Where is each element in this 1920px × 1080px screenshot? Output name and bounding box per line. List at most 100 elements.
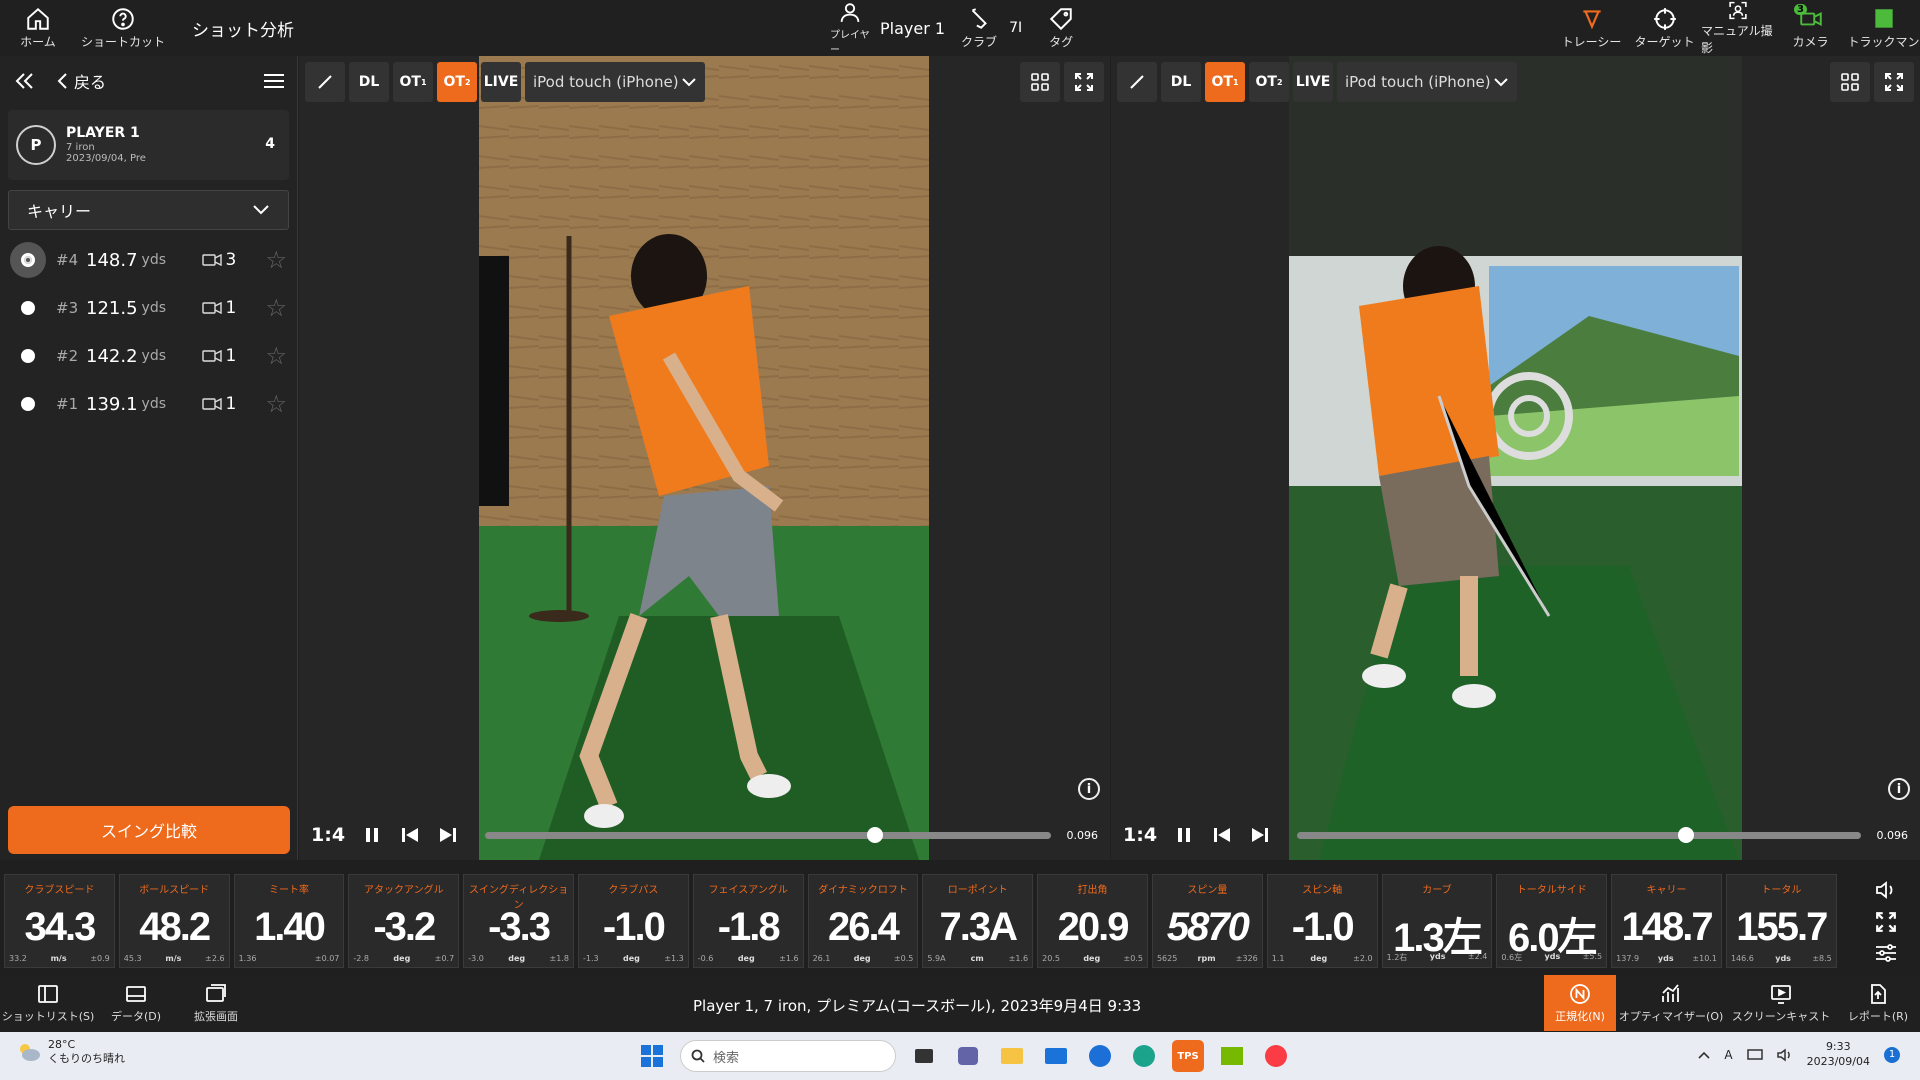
collapse-double-chevron-icon[interactable] — [12, 71, 38, 91]
metric-card[interactable]: スピン軸 -1.0 1.1 deg ±2.0 — [1266, 874, 1378, 968]
trackman-button[interactable]: トラックマン — [1847, 0, 1920, 56]
fullscreen-button[interactable] — [1874, 62, 1914, 102]
skip-back-icon[interactable] — [399, 824, 421, 846]
timeline-scrubber[interactable] — [485, 826, 1051, 843]
target-button[interactable]: ターゲット — [1628, 0, 1701, 56]
volume-icon[interactable] — [1874, 879, 1898, 901]
tag-button[interactable]: タグ — [1036, 0, 1086, 56]
settings-sliders-icon[interactable] — [1874, 943, 1898, 963]
metric-card[interactable]: アタックアングル -3.2 -2.8 deg ±0.7 — [348, 874, 460, 968]
network-icon[interactable] — [1746, 1048, 1763, 1062]
mail-icon[interactable] — [1040, 1040, 1072, 1072]
swing-video-left[interactable] — [479, 56, 929, 860]
shortcut-button[interactable]: ショートカット — [78, 0, 168, 56]
device-selector[interactable]: iPod touch (iPhone) — [1337, 62, 1517, 102]
task-view-icon[interactable] — [908, 1040, 940, 1072]
grid-view-button[interactable] — [1020, 62, 1060, 102]
normalize-button[interactable]: 正規化(N) — [1544, 975, 1616, 1031]
skip-back-icon[interactable] — [1211, 824, 1233, 846]
teams-chat-icon[interactable] — [952, 1040, 984, 1072]
pause-icon[interactable] — [1173, 824, 1195, 846]
metric-card[interactable]: クラブパス -1.0 -1.3 deg ±1.3 — [577, 874, 689, 968]
timeline-thumb[interactable] — [867, 826, 884, 843]
expand-icon[interactable] — [1875, 911, 1897, 933]
metric-card[interactable]: ローポイント 7.3A 5.9A cm ±1.6 — [922, 874, 1034, 968]
shot-list-item[interactable]: #4 148.7 yds 3 ☆ — [0, 236, 297, 284]
speaker-icon[interactable] — [1776, 1048, 1793, 1062]
extended-screen-button[interactable]: 拡張画面 — [176, 975, 256, 1031]
report-button[interactable]: レポート(R) — [1836, 975, 1920, 1031]
shot-list-button[interactable]: ショットリスト(S) — [0, 975, 96, 1031]
player-selector[interactable]: プレイヤー Player 1 — [830, 0, 945, 56]
camera-tab-3[interactable]: LIVE — [481, 62, 521, 102]
metric-card[interactable]: トータル 155.7 146.6 yds ±8.5 — [1725, 874, 1837, 968]
data-button[interactable]: データ(D) — [96, 975, 176, 1031]
swing-compare-button[interactable]: スイング比較 — [8, 806, 290, 854]
screencast-button[interactable]: スクリーンキャスト — [1726, 975, 1836, 1031]
timeline-scrubber[interactable] — [1297, 826, 1861, 843]
start-button[interactable] — [636, 1040, 668, 1072]
menu-icon[interactable] — [263, 73, 285, 89]
metric-card[interactable]: ボールスピード 48.2 45.3 m/s ±2.6 — [118, 874, 230, 968]
shot-radio[interactable] — [10, 290, 46, 326]
music-app-icon[interactable] — [1260, 1040, 1292, 1072]
metric-card[interactable]: キャリー 148.7 137.9 yds ±10.1 — [1611, 874, 1722, 968]
metric-dropdown[interactable]: キャリー — [8, 190, 289, 230]
metric-card[interactable]: ダイナミックロフト 26.4 26.1 deg ±0.5 — [807, 874, 919, 968]
home-button[interactable]: ホーム — [8, 0, 68, 56]
metric-card[interactable]: カーブ 1.3左 1.2右 yds ±2.4 — [1381, 874, 1493, 968]
camera-tab-1[interactable]: OT 1 — [1205, 62, 1245, 102]
draw-tool-button[interactable] — [1117, 62, 1157, 102]
metric-card[interactable]: スイングディレクション -3.3 -3.0 deg ±1.8 — [463, 874, 574, 968]
star-icon[interactable]: ☆ — [265, 390, 287, 418]
shot-list-item[interactable]: #3 121.5 yds 1 ☆ — [0, 284, 297, 332]
playback-speed[interactable]: 1:4 — [311, 824, 345, 846]
star-icon[interactable]: ☆ — [265, 342, 287, 370]
shot-radio[interactable] — [10, 338, 46, 374]
camera-tab-1[interactable]: OT 1 — [393, 62, 433, 102]
metric-card[interactable]: スピン量 5870 5625 rpm ±326 — [1151, 874, 1263, 968]
camera-tab-3[interactable]: LIVE — [1293, 62, 1333, 102]
taskbar-clock[interactable]: 9:33 2023/09/04 — [1807, 1040, 1870, 1070]
device-selector[interactable]: iPod touch (iPhone) — [525, 62, 705, 102]
playback-speed[interactable]: 1:4 — [1123, 824, 1157, 846]
star-icon[interactable]: ☆ — [265, 246, 287, 274]
fullscreen-button[interactable] — [1064, 62, 1104, 102]
tracer-button[interactable]: トレーシー — [1555, 0, 1628, 56]
draw-tool-button[interactable] — [305, 62, 345, 102]
shot-radio[interactable] — [10, 386, 46, 422]
camera-tab-2[interactable]: OT 2 — [1249, 62, 1289, 102]
ime-indicator[interactable]: A — [1724, 1048, 1732, 1062]
shot-list-item[interactable]: #1 139.1 yds 1 ☆ — [0, 380, 297, 428]
player-card[interactable]: P PLAYER 1 7 iron 2023/09/04, Pre 4 — [8, 110, 289, 180]
metric-card[interactable]: クラブスピード 34.3 33.2 m/s ±0.9 — [4, 874, 115, 968]
skip-forward-icon[interactable] — [1249, 824, 1271, 846]
manual-capture-button[interactable]: マニュアル撮影 — [1701, 0, 1774, 56]
grid-view-button[interactable] — [1830, 62, 1870, 102]
skip-forward-icon[interactable] — [437, 824, 459, 846]
star-icon[interactable]: ☆ — [265, 294, 287, 322]
notification-badge[interactable]: 1 — [1884, 1046, 1900, 1063]
metric-card[interactable]: トータルサイド 6.0左 0.6左 yds ±5.5 — [1496, 874, 1608, 968]
shot-radio[interactable] — [10, 242, 46, 278]
info-icon[interactable]: i — [1888, 778, 1910, 800]
metric-card[interactable]: ミート率 1.40 1.36 ±0.07 — [233, 874, 345, 968]
file-explorer-icon[interactable] — [996, 1040, 1028, 1072]
timeline-thumb[interactable] — [1677, 826, 1694, 843]
teamviewer-icon[interactable] — [1084, 1040, 1116, 1072]
tps-app-icon[interactable]: TPS — [1172, 1040, 1204, 1072]
weather-widget[interactable]: 28°C くもりのち晴れ — [16, 1038, 125, 1066]
camera-tab-2[interactable]: OT 2 — [437, 62, 477, 102]
camera-tab-0[interactable]: DL — [1161, 62, 1201, 102]
info-icon[interactable]: i — [1078, 778, 1100, 800]
optimizer-button[interactable]: オプティマイザー(O) — [1616, 975, 1726, 1031]
metric-card[interactable]: 打出角 20.9 20.5 deg ±0.5 — [1037, 874, 1148, 968]
camera-tab-0[interactable]: DL — [349, 62, 389, 102]
swing-video-right[interactable] — [1289, 56, 1742, 860]
edge-browser-icon[interactable] — [1128, 1040, 1160, 1072]
chevron-up-icon[interactable] — [1698, 1051, 1710, 1059]
pause-icon[interactable] — [361, 824, 383, 846]
camera-button[interactable]: 3 カメラ — [1774, 0, 1847, 56]
taskbar-search[interactable]: 検索 — [680, 1040, 896, 1072]
back-button[interactable]: 戻る — [56, 69, 106, 93]
